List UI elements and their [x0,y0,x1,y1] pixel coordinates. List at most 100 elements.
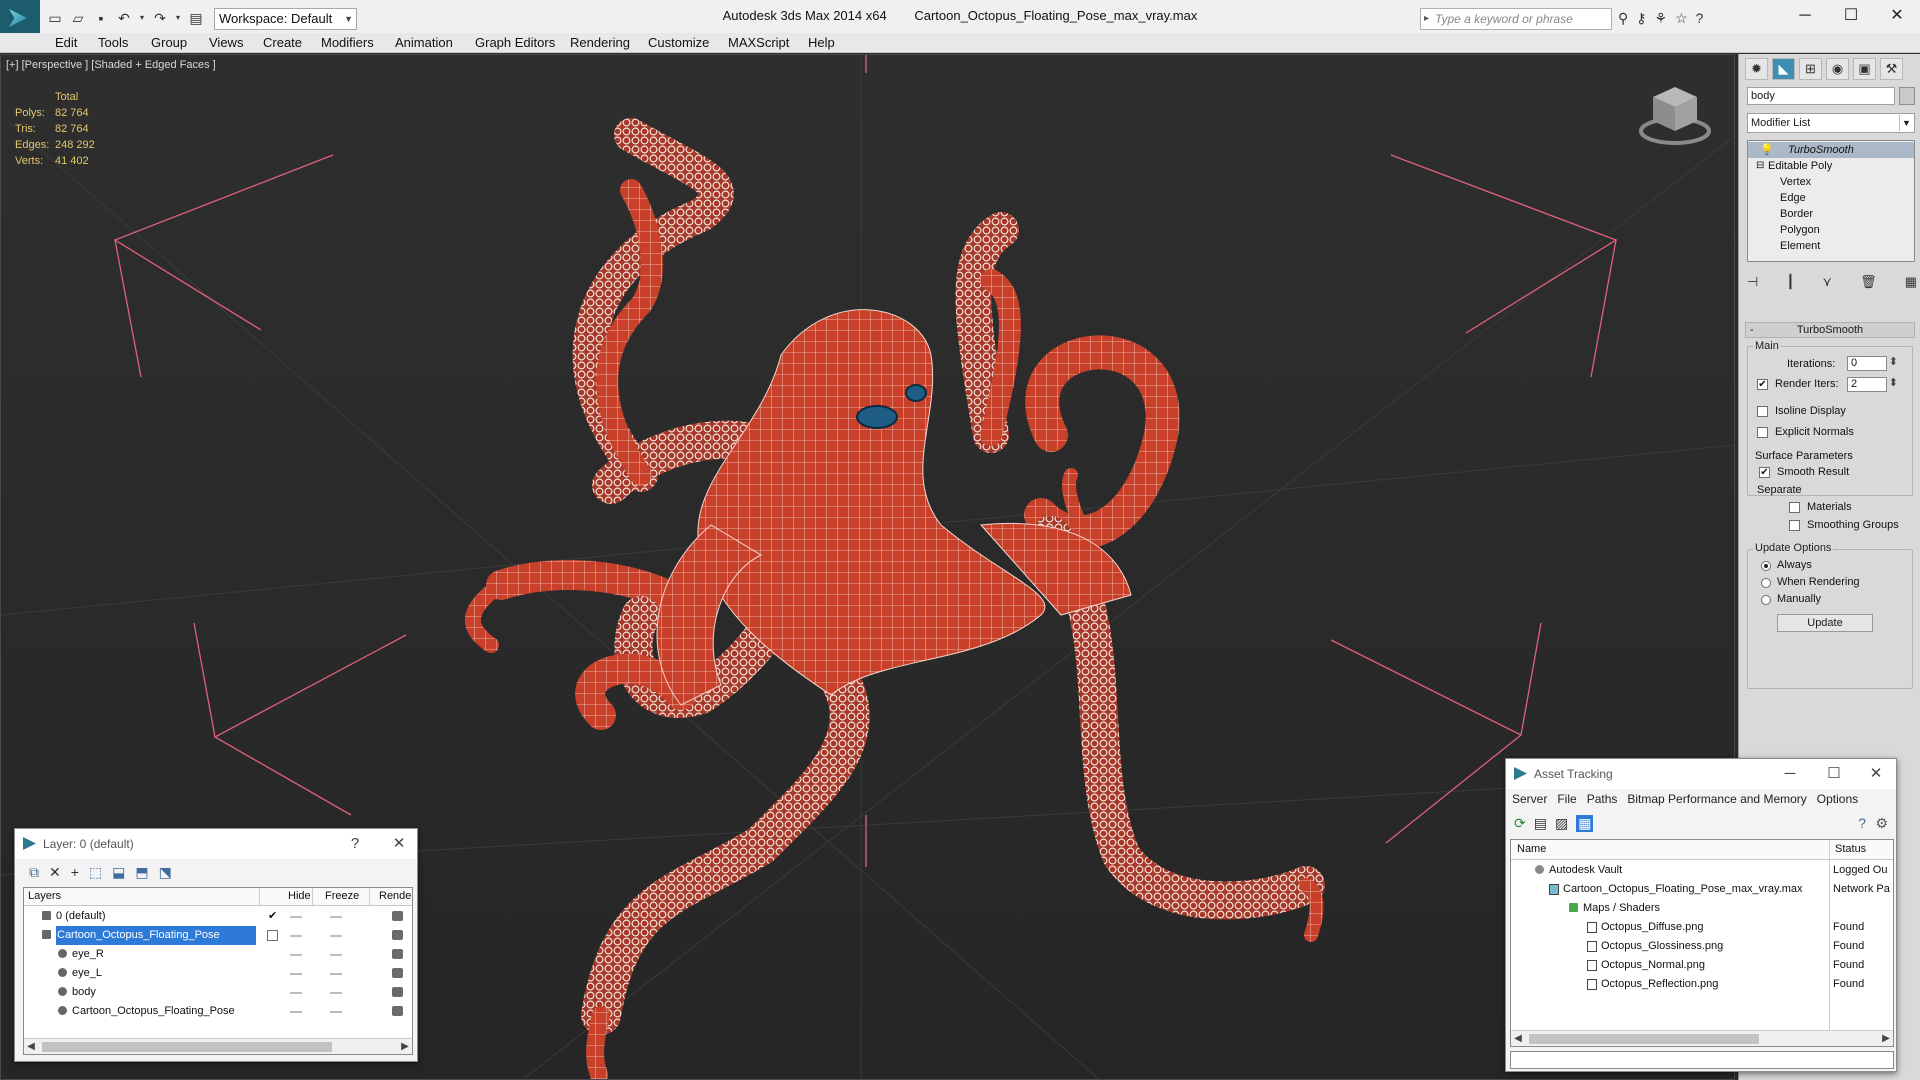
refresh-icon[interactable]: ⟳ [1514,815,1526,832]
object-color-swatch[interactable] [1899,87,1915,105]
help-icon[interactable]: ? [1858,815,1866,831]
column-header[interactable]: Name [1517,843,1546,855]
stack-item-edge[interactable]: Edge [1748,190,1914,206]
thumbnail-view-icon[interactable]: ▨ [1555,815,1568,832]
save-file-icon[interactable]: ▪ [92,9,110,27]
menu-tools[interactable]: Tools [98,35,128,50]
update-button[interactable]: Update [1777,614,1873,632]
menu-customize[interactable]: Customize [648,35,709,50]
scroll-right-icon[interactable]: ▶ [398,1039,412,1054]
hide-toggle[interactable] [290,916,302,918]
configure-sets-icon[interactable]: ▦ [1905,274,1917,290]
asset-window-titlebar[interactable]: Asset Tracking ─ ☐ ✕ [1506,759,1896,789]
asset-row[interactable]: Octopus_Normal.png Found [1511,956,1893,975]
project-folder-icon[interactable]: ▤ [187,9,205,27]
list-view-icon[interactable]: ▤ [1534,815,1547,832]
asset-row[interactable]: Octopus_Glossiness.png Found [1511,937,1893,956]
column-header[interactable]: Render [379,890,412,902]
menu-modifiers[interactable]: Modifiers [321,35,374,50]
select-objects-icon[interactable]: ⬚ [89,864,102,881]
close-button[interactable]: ✕ [381,829,417,859]
menu-bitmap-performance[interactable]: Bitmap Performance and Memory [1627,789,1806,809]
menu-server[interactable]: Server [1512,789,1547,809]
redo-dropdown-icon[interactable]: ▾ [174,9,182,27]
minimize-icon[interactable]: ─ [1782,0,1828,32]
column-header[interactable]: Freeze [325,890,359,902]
horizontal-scrollbar[interactable]: ◀ ▶ [24,1038,412,1054]
render-teapot-icon[interactable] [392,987,403,997]
layer-row[interactable]: Cartoon_Octopus_Floating_Pose [24,1002,412,1021]
column-header[interactable]: Hide [288,890,311,902]
iterations-spinner[interactable]: 0 [1847,356,1898,371]
pin-stack-icon[interactable]: ⊣ [1747,274,1758,290]
column-header[interactable]: Layers [28,890,61,902]
column-header[interactable]: Status [1835,843,1866,855]
menu-views[interactable]: Views [209,35,243,50]
explicit-normals-checkbox[interactable] [1757,427,1768,438]
motion-tab-icon[interactable]: ◉ [1826,58,1849,80]
help-button[interactable]: ? [337,829,373,859]
menu-file[interactable]: File [1557,789,1576,809]
freeze-all-icon[interactable]: ⬔ [159,864,172,881]
maximize-icon[interactable]: ☐ [1816,759,1852,789]
redo-icon[interactable]: ↷ [151,9,169,27]
make-unique-icon[interactable]: ⋎ [1822,274,1832,290]
modifier-list-dropdown[interactable]: Modifier List ▼ [1747,113,1915,133]
open-file-icon[interactable]: ▱ [69,9,87,27]
freeze-toggle[interactable] [330,992,342,994]
render-teapot-icon[interactable] [392,968,403,978]
remove-modifier-icon[interactable]: 🗑 [1860,274,1877,290]
scrollbar-thumb[interactable] [42,1042,332,1052]
render-iters-spinner[interactable]: 2 [1847,377,1898,392]
viewport-label[interactable]: [+] [Perspective ] [Shaded + Edged Faces… [6,59,216,71]
workspace-selector[interactable]: Workspace: Default ▼ [214,8,357,30]
hide-toggle[interactable] [290,954,302,956]
menu-create[interactable]: Create [263,35,302,50]
menu-paths[interactable]: Paths [1587,789,1618,809]
asset-row[interactable]: Maps / Shaders [1511,899,1893,918]
layer-window-titlebar[interactable]: Layer: 0 (default) ? ✕ [15,829,417,859]
freeze-toggle[interactable] [330,935,342,937]
help-icon[interactable]: ? [1696,10,1704,27]
scroll-left-icon[interactable]: ◀ [1511,1031,1525,1046]
highlight-layer-icon[interactable]: ⬓ [112,864,125,881]
stack-item-turbosmooth[interactable]: 💡 TurboSmooth [1748,142,1914,158]
search-input[interactable]: Type a keyword or phrase [1420,8,1612,30]
modify-tab-icon[interactable]: ◣ [1772,58,1795,80]
smooth-result-checkbox[interactable]: ✔ [1759,467,1770,478]
scroll-right-icon[interactable]: ▶ [1879,1031,1893,1046]
hierarchy-tab-icon[interactable]: ⊞ [1799,58,1822,80]
always-radio[interactable] [1761,561,1771,571]
render-iters-checkbox[interactable]: ✔ [1757,379,1768,390]
viewcube-icon[interactable] [1637,81,1713,149]
asset-row[interactable]: Octopus_Diffuse.png Found [1511,918,1893,937]
user-icon[interactable]: ⚘ [1655,10,1668,27]
render-teapot-icon[interactable] [392,911,403,921]
hide-toggle[interactable] [290,973,302,975]
stack-item-vertex[interactable]: Vertex [1748,174,1914,190]
maximize-icon[interactable]: ☐ [1828,0,1874,32]
isoline-display-checkbox[interactable] [1757,406,1768,417]
object-name-field[interactable]: body [1747,87,1895,105]
show-end-result-icon[interactable]: ┃ [1786,274,1794,290]
menu-graph-editors[interactable]: Graph Editors [475,35,555,50]
hide-toggle[interactable] [290,992,302,994]
layer-row[interactable]: Cartoon_Octopus_Floating_Pose [24,926,412,945]
new-file-icon[interactable]: ▭ [46,9,64,27]
undo-icon[interactable]: ↶ [115,9,133,27]
binoculars-icon[interactable]: ⚲ [1618,10,1628,27]
render-teapot-icon[interactable] [392,949,403,959]
menu-rendering[interactable]: Rendering [570,35,630,50]
create-tab-icon[interactable]: ✹ [1745,58,1768,80]
active-layer-checkbox[interactable] [267,930,278,941]
menu-maxscript[interactable]: MAXScript [728,35,789,50]
menu-help[interactable]: Help [808,35,835,50]
menu-options[interactable]: Options [1817,789,1858,809]
hide-toggle[interactable] [290,935,302,937]
key-icon[interactable]: ⚷ [1636,10,1646,27]
menu-edit[interactable]: Edit [55,35,77,50]
turbosmooth-rollout-header[interactable]: - TurboSmooth [1745,322,1915,338]
utilities-tab-icon[interactable]: ⚒ [1880,58,1903,80]
materials-checkbox[interactable] [1789,502,1800,513]
asset-row[interactable]: Cartoon_Octopus_Floating_Pose_max_vray.m… [1511,880,1893,899]
